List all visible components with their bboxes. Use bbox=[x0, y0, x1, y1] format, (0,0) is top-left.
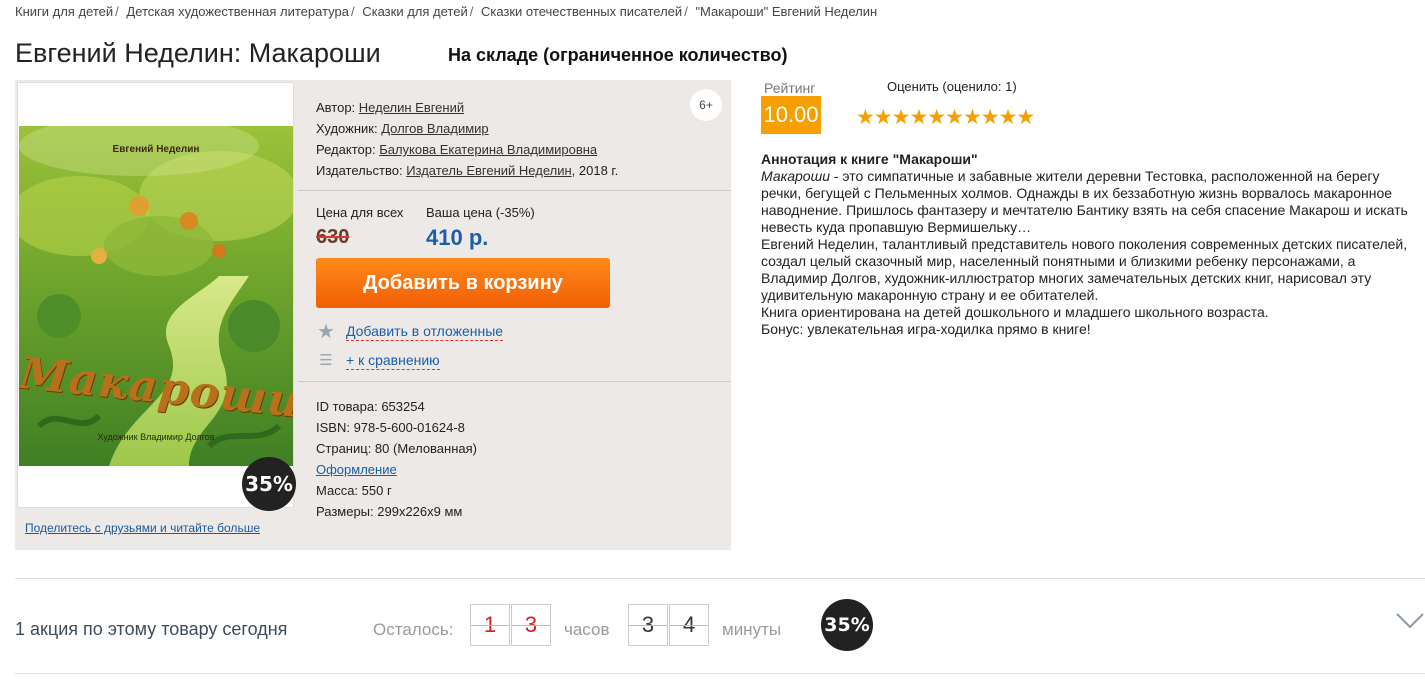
publisher-row: Издательство: Издатель Евгений Неделин, … bbox=[316, 160, 618, 181]
wishlist-label: Добавить в отложенные bbox=[346, 323, 504, 341]
product-specs: ID товара: 653254 ISBN: 978-5-600-01624-… bbox=[316, 396, 477, 522]
breadcrumb-separator: / bbox=[469, 4, 474, 19]
add-to-wishlist-button[interactable]: ★ Добавить в отложенные bbox=[316, 321, 504, 343]
artist-link[interactable]: Долгов Владимир bbox=[381, 121, 488, 136]
annotation-paragraph: Бонус: увлекательная игра-ходилка прямо … bbox=[761, 321, 1091, 337]
product-dimensions: Размеры: 299x226x9 мм bbox=[316, 504, 463, 519]
breadcrumb: Книги для детей / Детская художественная … bbox=[15, 4, 877, 19]
breadcrumb-item-fairy-tales[interactable]: Сказки для детей bbox=[362, 4, 467, 19]
rating-label: Рейтинг bbox=[764, 80, 816, 96]
product-info: 6+ Автор: Неделин Евгений Художник: Долг… bbox=[298, 80, 731, 550]
rating-stars[interactable]: ★★★★★★★★★★ bbox=[856, 105, 1035, 130]
publisher-link[interactable]: Издатель Евгений Неделин bbox=[406, 163, 571, 178]
timer-minutes-digit: 4 bbox=[669, 604, 709, 646]
product-weight: Масса: 550 г bbox=[316, 483, 392, 498]
promo-text: 1 акция по этому товару сегодня bbox=[15, 619, 288, 639]
share-link[interactable]: Поделитесь с друзьями и читайте больше bbox=[25, 521, 260, 535]
remaining-label: Осталось: bbox=[373, 620, 454, 639]
book-cover[interactable]: Евгений Неделин Макароши Художник Владим… bbox=[17, 82, 296, 511]
new-price-label: Ваша цена (-35%) bbox=[426, 205, 535, 220]
breadcrumb-separator: / bbox=[350, 4, 355, 19]
compare-label: + к сравнению bbox=[346, 352, 440, 370]
discount-badge: 35% bbox=[242, 457, 296, 511]
annotation-lead-italic: Макароши bbox=[761, 168, 830, 184]
cover-author-text: Евгений Неделин bbox=[112, 144, 200, 155]
breadcrumb-item-domestic-tales[interactable]: Сказки отечественных писателей bbox=[481, 4, 682, 19]
product-isbn: ISBN: 978-5-600-01624-8 bbox=[316, 420, 465, 435]
list-icon: ☰ bbox=[319, 352, 333, 369]
old-price-label: Цена для всех bbox=[316, 205, 404, 220]
timer-hours-digit: 3 bbox=[511, 604, 551, 646]
stock-status: На складе (ограниченное количество) bbox=[448, 45, 788, 65]
cover-illustration: Евгений Неделин Макароши Художник Владим… bbox=[19, 126, 293, 466]
annotation-heading: Аннотация к книге "Макароши" bbox=[761, 151, 978, 167]
annotation-paragraph: Книга ориентирована на детей дошкольного… bbox=[761, 304, 1269, 320]
hours-label: часов bbox=[564, 620, 610, 639]
annotation: Аннотация к книге "Макароши" Макароши - … bbox=[761, 151, 1419, 338]
annotation-paragraph: Евгений Неделин, талантливый представите… bbox=[761, 236, 1408, 303]
page-title: Евгений Неделин: Макароши bbox=[15, 38, 381, 68]
breadcrumb-item-kids-fiction[interactable]: Детская художественная литература bbox=[126, 4, 349, 19]
author-link[interactable]: Неделин Евгений bbox=[359, 100, 464, 115]
star-icon: ★ bbox=[317, 321, 335, 343]
design-link[interactable]: Оформление bbox=[316, 462, 397, 477]
artist-row: Художник: Долгов Владимир bbox=[316, 118, 618, 139]
product-meta: Автор: Неделин Евгений Художник: Долгов … bbox=[316, 97, 618, 181]
divider bbox=[15, 673, 1425, 674]
editor-row: Редактор: Балукова Екатерина Владимировн… bbox=[316, 139, 618, 160]
annotation-paragraph: Макароши - это симпатичные и забавные жи… bbox=[761, 168, 1419, 236]
rate-label: Оценить (оценило: 1) bbox=[887, 79, 1017, 94]
product-panel: Евгений Неделин Макароши Художник Владим… bbox=[15, 80, 731, 550]
add-to-cart-button[interactable]: Добавить в корзину bbox=[316, 258, 610, 308]
breadcrumb-separator: / bbox=[115, 4, 119, 19]
breadcrumb-item-current: "Макароши" Евгений Неделин bbox=[695, 4, 878, 19]
old-price: 630 bbox=[316, 226, 350, 248]
product-pages: Страниц: 80 (Мелованная) bbox=[316, 441, 477, 456]
divider bbox=[15, 578, 1425, 579]
timer-hours-digit: 1 bbox=[470, 604, 510, 646]
add-to-compare-button[interactable]: ☰ + к сравнению bbox=[316, 351, 440, 371]
author-row: Автор: Неделин Евгений bbox=[316, 97, 618, 118]
divider bbox=[298, 190, 731, 191]
new-price: 410 р. bbox=[426, 225, 489, 250]
annotation-lead-text: - это симпатичные и забавные жители дере… bbox=[761, 168, 1408, 235]
cover-illustrator-text: Художник Владимир Долгов bbox=[97, 432, 215, 442]
promo-discount-badge: 35% bbox=[821, 599, 873, 651]
rating-value: 10.00 bbox=[761, 96, 821, 134]
chevron-down-icon[interactable] bbox=[1396, 612, 1424, 630]
age-rating-badge: 6+ bbox=[690, 89, 722, 121]
editor-link[interactable]: Балукова Екатерина Владимировна bbox=[379, 142, 597, 157]
minutes-label: минуты bbox=[722, 620, 782, 639]
artist-label: Художник: bbox=[316, 121, 378, 136]
publish-year: , 2018 г. bbox=[571, 163, 619, 178]
breadcrumb-separator: / bbox=[684, 4, 688, 19]
editor-label: Редактор: bbox=[316, 142, 376, 157]
breadcrumb-item-kids-books[interactable]: Книги для детей bbox=[15, 4, 113, 19]
product-id: ID товара: 653254 bbox=[316, 399, 425, 414]
publisher-label: Издательство: bbox=[316, 163, 403, 178]
timer-minutes-digit: 3 bbox=[628, 604, 668, 646]
author-label: Автор: bbox=[316, 100, 356, 115]
divider bbox=[298, 381, 731, 382]
